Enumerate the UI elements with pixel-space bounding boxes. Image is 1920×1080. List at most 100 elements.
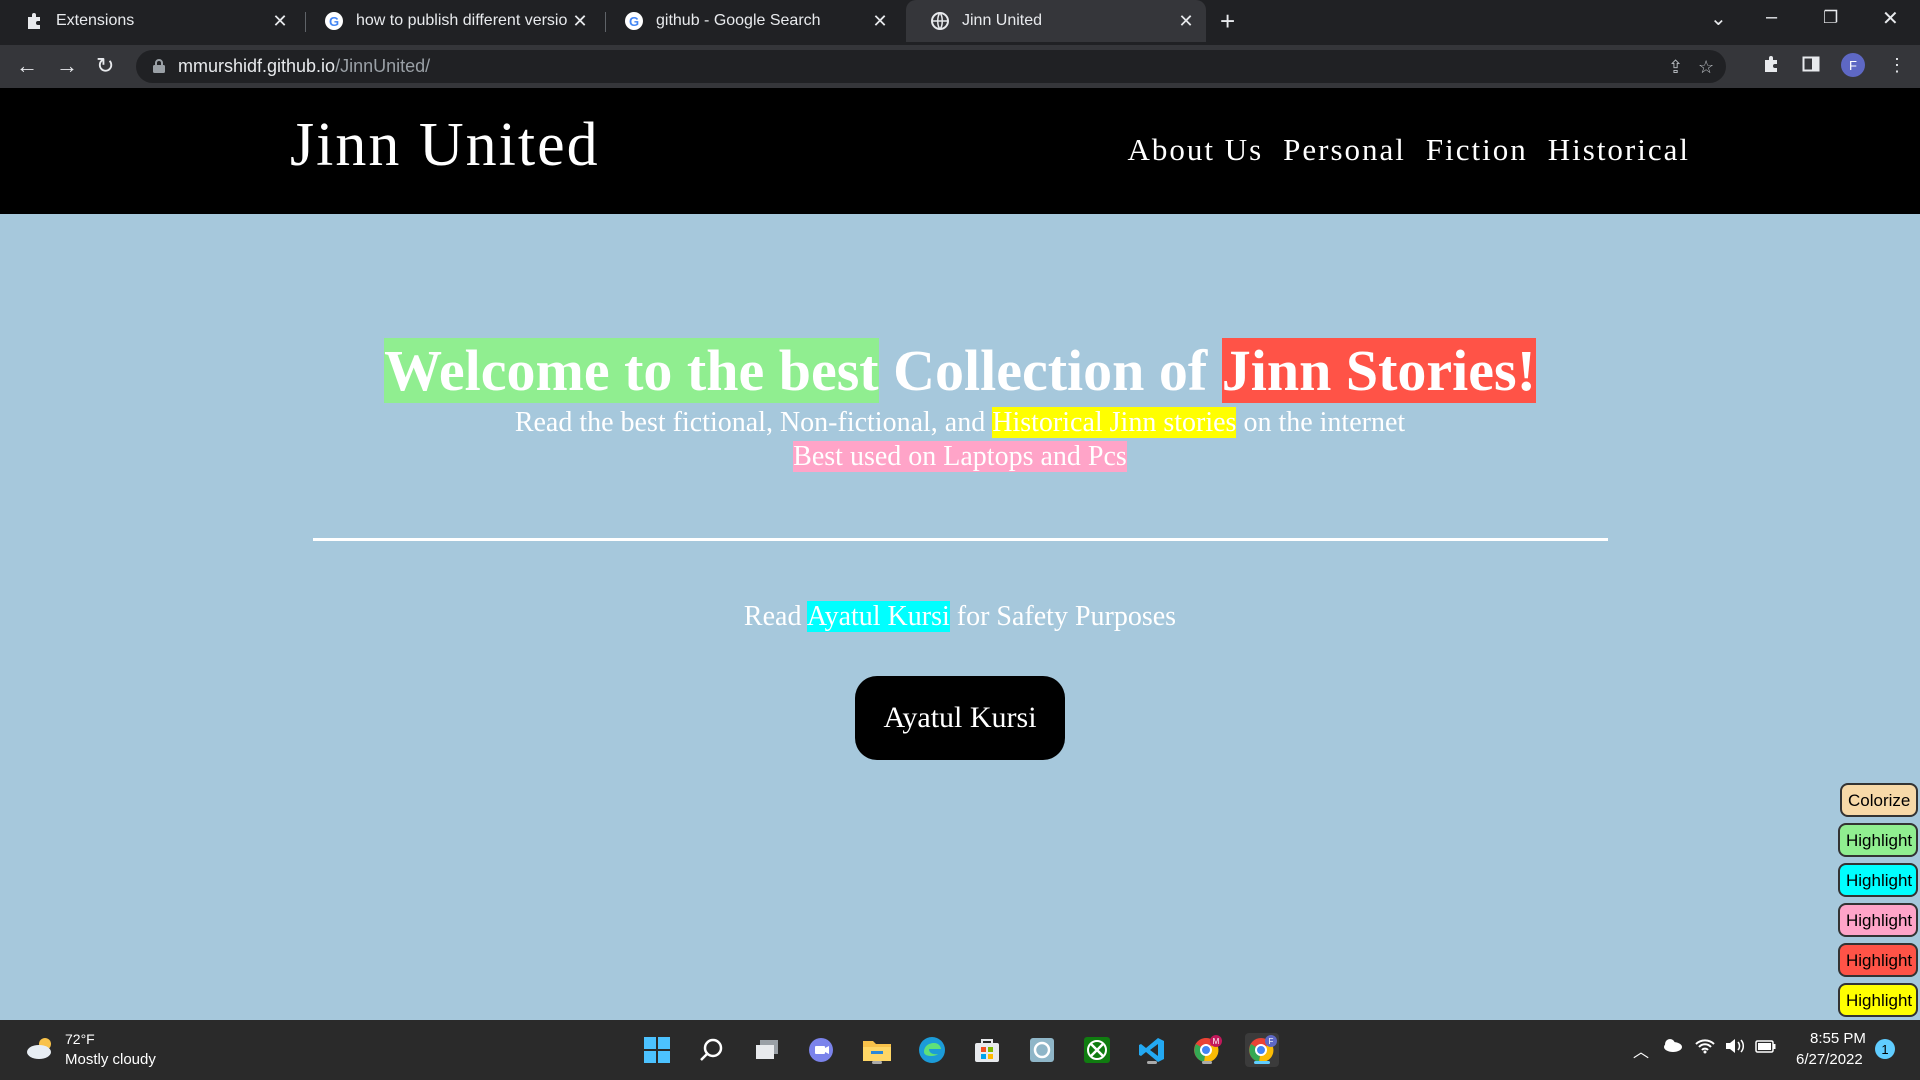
puzzle-icon xyxy=(24,11,44,31)
highlighter-toolbar: Colorize Highlight Highlight Highlight H… xyxy=(1834,783,1918,1023)
site-header: Jinn United About Us Personal Fiction Hi… xyxy=(0,88,1920,214)
tab-label: how to publish different versions xyxy=(356,12,568,29)
svg-text:G: G xyxy=(629,14,639,29)
close-icon[interactable]: ✕ xyxy=(868,11,892,32)
headline-part-1: Welcome to the best xyxy=(384,338,879,403)
menu-kebab-icon[interactable]: ⋮ xyxy=(1888,55,1906,76)
taskbar: 72°F Mostly cloudy M F ︿ 8:55 PM 6/27/20… xyxy=(0,1020,1920,1080)
cloudy-weather-icon[interactable] xyxy=(24,1036,58,1060)
tab-search-chevron-icon[interactable]: ⌄ xyxy=(1710,6,1727,31)
safety-note-part-3: for Safety Purposes xyxy=(956,601,1177,632)
side-panel-icon[interactable] xyxy=(1802,55,1820,78)
vscode-icon[interactable] xyxy=(1135,1033,1169,1067)
subtitle: Read the best fictional, Non-fictional, … xyxy=(0,406,1920,440)
reload-icon[interactable]: ↻ xyxy=(96,53,114,79)
lock-icon xyxy=(153,59,165,73)
headline-part-2: Collection of xyxy=(893,338,1208,403)
address-bar-row: ← → ↻ mmurshidf.github.io/JinnUnited/ ⇪ … xyxy=(0,45,1920,88)
ayatul-kursi-button[interactable]: Ayatul Kursi xyxy=(855,676,1065,760)
safety-note-highlight: Ayatul Kursi xyxy=(806,601,950,632)
safety-note: Read Ayatul Kursi for Safety Purposes xyxy=(0,600,1920,634)
bookmark-star-icon[interactable]: ☆ xyxy=(1698,57,1714,78)
notification-badge[interactable]: 1 xyxy=(1875,1039,1895,1059)
nav-fiction[interactable]: Fiction xyxy=(1426,132,1528,168)
xbox-icon[interactable] xyxy=(1080,1033,1114,1067)
globe-icon xyxy=(930,11,950,31)
windows-start-icon[interactable] xyxy=(640,1033,674,1067)
back-arrow-icon[interactable]: ← xyxy=(16,53,38,79)
tab-label: github - Google Search xyxy=(656,12,821,29)
safety-note-part-1: Read xyxy=(743,601,802,632)
device-note-text: Best used on Laptops and Pcs xyxy=(793,441,1127,472)
extensions-puzzle-icon[interactable] xyxy=(1762,55,1780,78)
camera-app-icon[interactable] xyxy=(1025,1033,1059,1067)
window-close-icon[interactable]: ✕ xyxy=(1882,6,1899,31)
svg-text:F: F xyxy=(1269,1037,1274,1046)
subtitle-part-3: on the internet xyxy=(1243,407,1406,438)
svg-text:M: M xyxy=(1213,1037,1220,1046)
url-field[interactable]: mmurshidf.github.io/JinnUnited/ ⇪ ☆ xyxy=(136,50,1726,83)
tab-how-to-publish[interactable]: G how to publish different versions ✕ xyxy=(300,0,600,42)
highlight-pink-button[interactable]: Highlight xyxy=(1838,903,1918,937)
forward-arrow-icon[interactable]: → xyxy=(56,53,78,79)
file-explorer-icon[interactable] xyxy=(860,1033,894,1067)
microsoft-store-icon[interactable] xyxy=(970,1033,1004,1067)
weather-temp[interactable]: 72°F xyxy=(65,1031,95,1047)
highlight-yellow-button[interactable]: Highlight xyxy=(1838,983,1918,1017)
subtitle-highlight: Historical Jinn stories xyxy=(992,407,1237,438)
nav-about-us[interactable]: About Us xyxy=(1127,132,1263,168)
profile-avatar[interactable]: F xyxy=(1841,53,1865,77)
site-nav: About Us Personal Fiction Historical xyxy=(1127,132,1690,168)
divider xyxy=(313,538,1608,541)
chrome-profile-f-icon[interactable]: F xyxy=(1245,1033,1279,1067)
url-path: /JinnUnited/ xyxy=(335,56,431,76)
site-logo[interactable]: Jinn United xyxy=(290,110,600,181)
colorize-button[interactable]: Colorize xyxy=(1840,783,1918,817)
onedrive-cloud-icon[interactable] xyxy=(1661,1038,1683,1057)
url-host: mmurshidf.github.io xyxy=(178,56,336,76)
close-icon[interactable]: ✕ xyxy=(568,11,592,32)
device-note: Best used on Laptops and Pcs xyxy=(0,440,1920,474)
volume-icon[interactable] xyxy=(1725,1038,1747,1059)
tab-label: Extensions xyxy=(56,12,135,29)
subtitle-part-1: Read the best fictional, Non-fictional, … xyxy=(514,407,986,438)
share-icon[interactable]: ⇪ xyxy=(1668,57,1683,78)
tab-extensions[interactable]: Extensions ✕ xyxy=(0,0,300,42)
google-icon: G xyxy=(624,11,644,31)
browser-tab-bar: Extensions ✕ G how to publish different … xyxy=(0,0,1920,45)
tab-label: Jinn United xyxy=(962,12,1043,29)
teams-chat-icon[interactable] xyxy=(805,1033,839,1067)
nav-personal[interactable]: Personal xyxy=(1283,132,1406,168)
page-title: Welcome to the best Collection of Jinn S… xyxy=(0,338,1920,404)
clock-date[interactable]: 6/27/2022 xyxy=(1796,1051,1863,1068)
new-tab-plus-icon[interactable]: + xyxy=(1220,6,1235,37)
svg-text:G: G xyxy=(329,14,339,29)
search-icon[interactable] xyxy=(695,1033,729,1067)
highlight-cyan-button[interactable]: Highlight xyxy=(1838,863,1918,897)
clock-time[interactable]: 8:55 PM xyxy=(1810,1030,1866,1047)
wifi-icon[interactable] xyxy=(1695,1038,1715,1059)
tab-github-search[interactable]: G github - Google Search ✕ xyxy=(600,0,900,42)
nav-historical[interactable]: Historical xyxy=(1548,132,1690,168)
highlight-red-button[interactable]: Highlight xyxy=(1838,943,1918,977)
chrome-profile-m-icon[interactable]: M xyxy=(1190,1033,1224,1067)
tab-jinn-united[interactable]: Jinn United ✕ xyxy=(906,0,1206,42)
close-icon[interactable]: ✕ xyxy=(1174,11,1198,32)
close-icon[interactable]: ✕ xyxy=(268,11,292,32)
highlight-green-button[interactable]: Highlight xyxy=(1838,823,1918,857)
running-indicator xyxy=(1202,1061,1212,1064)
hero-section: Welcome to the best Collection of Jinn S… xyxy=(0,214,1920,1020)
url-text: mmurshidf.github.io/JinnUnited/ xyxy=(178,56,430,77)
headline-part-3: Jinn Stories! xyxy=(1221,338,1536,403)
running-indicator xyxy=(872,1061,882,1064)
weather-desc[interactable]: Mostly cloudy xyxy=(65,1051,156,1068)
restore-icon[interactable]: ❐ xyxy=(1823,8,1838,28)
active-indicator xyxy=(1254,1061,1270,1064)
task-view-icon[interactable] xyxy=(750,1033,784,1067)
chevron-up-icon[interactable]: ︿ xyxy=(1633,1038,1649,1062)
minimize-icon[interactable]: – xyxy=(1766,6,1777,29)
battery-icon[interactable] xyxy=(1755,1038,1777,1059)
edge-icon[interactable] xyxy=(915,1033,949,1067)
google-icon: G xyxy=(324,11,344,31)
running-indicator xyxy=(1147,1061,1157,1064)
